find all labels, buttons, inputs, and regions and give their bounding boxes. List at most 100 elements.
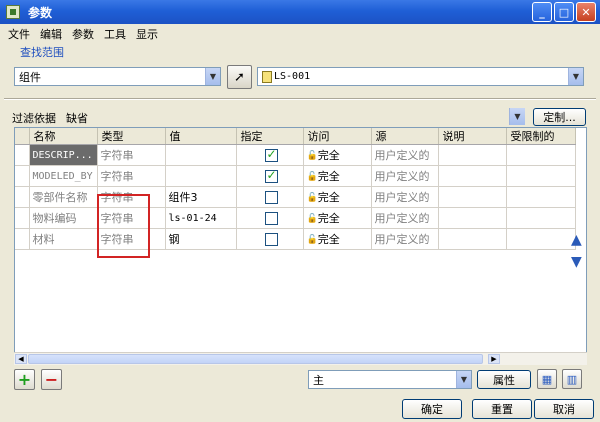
move-up-icon[interactable]: ▲ xyxy=(571,229,582,251)
designated-checkbox[interactable] xyxy=(264,147,278,162)
designated-checkbox[interactable] xyxy=(264,190,278,204)
properties-button[interactable]: 属性 xyxy=(477,370,531,389)
cell-designated[interactable] xyxy=(236,144,304,166)
cell-description[interactable] xyxy=(438,207,507,229)
cell-description[interactable] xyxy=(438,144,507,166)
filter-dropdown[interactable]: ▼ xyxy=(509,108,525,127)
column-header-restricted[interactable]: 受限制的 xyxy=(506,128,576,145)
cell-restricted[interactable] xyxy=(506,144,576,166)
cell-description[interactable] xyxy=(438,186,507,208)
scope-type-value: 组件 xyxy=(19,70,41,84)
move-down-icon[interactable]: ▼ xyxy=(571,251,582,273)
cell-designated[interactable] xyxy=(236,165,304,187)
scroll-left-icon[interactable]: ◀ xyxy=(15,354,27,364)
cell-source[interactable]: 用户定义的 xyxy=(371,186,439,208)
cell-description[interactable] xyxy=(438,228,507,250)
lock-icon: 🔓 xyxy=(306,151,318,161)
cell-name[interactable]: MODELED_BY xyxy=(29,165,98,187)
menu-tools[interactable]: 工具 xyxy=(104,26,126,42)
arrow-pointer-icon: ➚ xyxy=(234,69,245,85)
chevron-down-icon[interactable]: ▼ xyxy=(568,68,583,85)
column-header-type[interactable]: 类型 xyxy=(97,128,166,145)
chevron-down-icon[interactable]: ▼ xyxy=(205,68,220,85)
delete-parameter-button[interactable]: − xyxy=(41,369,62,390)
row-marker xyxy=(15,165,30,187)
app-icon xyxy=(6,5,20,19)
cell-value[interactable] xyxy=(165,165,237,187)
row-marker xyxy=(15,207,30,229)
customize-button[interactable]: 定制... xyxy=(533,108,586,126)
window-controls: _ □ ✕ xyxy=(532,2,596,22)
cell-name[interactable]: 材料 xyxy=(29,228,98,250)
cell-description[interactable] xyxy=(438,165,507,187)
lock-icon: 🔓 xyxy=(306,172,318,182)
close-button[interactable]: ✕ xyxy=(576,2,596,22)
select-object-button[interactable]: ➚ xyxy=(227,65,252,89)
chevron-down-icon[interactable]: ▼ xyxy=(456,371,471,388)
horizontal-scrollbar[interactable]: ◀ ▶ xyxy=(14,352,587,365)
cell-designated[interactable] xyxy=(236,186,304,208)
column-header-designated[interactable]: 指定 xyxy=(236,128,304,145)
cell-name[interactable]: 物料编码 xyxy=(29,207,98,229)
scroll-right-icon[interactable]: ▶ xyxy=(488,354,500,364)
table-row[interactable]: MODELED_BY 字符串 🔓完全 用户定义的 xyxy=(15,165,576,187)
lock-icon: 🔓 xyxy=(306,235,318,245)
cell-type[interactable]: 字符串 xyxy=(97,144,166,166)
designated-checkbox[interactable] xyxy=(264,168,278,183)
cancel-button[interactable]: 取消 xyxy=(534,399,594,419)
annotation-highlight-box xyxy=(97,194,150,258)
cell-restricted[interactable] xyxy=(506,165,576,187)
menu-file[interactable]: 文件 xyxy=(8,26,30,42)
cell-type[interactable]: 字符串 xyxy=(97,165,166,187)
filter-label: 过滤依据 xyxy=(12,112,56,125)
column-header-name[interactable]: 名称 xyxy=(29,128,98,145)
minimize-button[interactable]: _ xyxy=(532,2,552,22)
add-parameter-button[interactable]: + xyxy=(14,369,35,390)
scrollbar-thumb[interactable] xyxy=(28,354,483,364)
scope-object-select[interactable]: LS-001 ▼ xyxy=(257,67,584,86)
access-value: 完全 xyxy=(317,233,340,246)
cell-value[interactable]: 钢 xyxy=(165,228,237,250)
cell-name[interactable]: DESCRIP... xyxy=(29,144,98,166)
cell-designated[interactable] xyxy=(236,228,304,250)
cell-value[interactable]: ls-01-24 xyxy=(165,207,237,229)
cell-restricted[interactable] xyxy=(506,228,576,250)
column-header-description[interactable]: 说明 xyxy=(438,128,507,145)
column-header-source[interactable]: 源 xyxy=(371,128,439,145)
cell-restricted[interactable] xyxy=(506,186,576,208)
table-view-icon[interactable]: ▦ xyxy=(537,369,557,389)
cell-value[interactable]: 组件3 xyxy=(165,186,237,208)
cell-source[interactable]: 用户定义的 xyxy=(371,144,439,166)
designated-checkbox[interactable] xyxy=(264,232,278,246)
cell-name[interactable]: 零部件名称 xyxy=(29,186,98,208)
chevron-down-icon[interactable]: ▼ xyxy=(509,108,525,125)
cell-restricted[interactable] xyxy=(506,207,576,229)
row-marker xyxy=(15,144,30,166)
cell-access[interactable]: 🔓完全 xyxy=(303,144,372,166)
view-select[interactable]: 主 ▼ xyxy=(308,370,472,389)
cell-access[interactable]: 🔓完全 xyxy=(303,186,372,208)
menu-parameters[interactable]: 参数 xyxy=(72,26,94,42)
ok-button[interactable]: 确定 xyxy=(402,399,462,419)
part-icon xyxy=(262,70,272,83)
cell-source[interactable]: 用户定义的 xyxy=(371,165,439,187)
reset-button[interactable]: 重置 xyxy=(472,399,532,419)
maximize-button[interactable]: □ xyxy=(554,2,574,22)
cell-value[interactable] xyxy=(165,144,237,166)
cell-designated[interactable] xyxy=(236,207,304,229)
menu-bar: 文件 编辑 参数 工具 显示 xyxy=(0,24,600,43)
cell-access[interactable]: 🔓完全 xyxy=(303,165,372,187)
cell-access[interactable]: 🔓完全 xyxy=(303,228,372,250)
cell-source[interactable]: 用户定义的 xyxy=(371,207,439,229)
cell-access[interactable]: 🔓完全 xyxy=(303,207,372,229)
scope-group-label: 查找范围 xyxy=(20,46,64,59)
column-header-access[interactable]: 访问 xyxy=(303,128,372,145)
columns-icon[interactable]: ▥ xyxy=(562,369,582,389)
menu-display[interactable]: 显示 xyxy=(136,26,158,42)
column-header-value[interactable]: 值 xyxy=(165,128,237,145)
table-row[interactable]: DESCRIP... 字符串 🔓完全 用户定义的 xyxy=(15,144,576,166)
menu-edit[interactable]: 编辑 xyxy=(40,26,62,42)
cell-source[interactable]: 用户定义的 xyxy=(371,228,439,250)
designated-checkbox[interactable] xyxy=(264,211,278,225)
scope-type-select[interactable]: 组件 ▼ xyxy=(14,67,221,86)
